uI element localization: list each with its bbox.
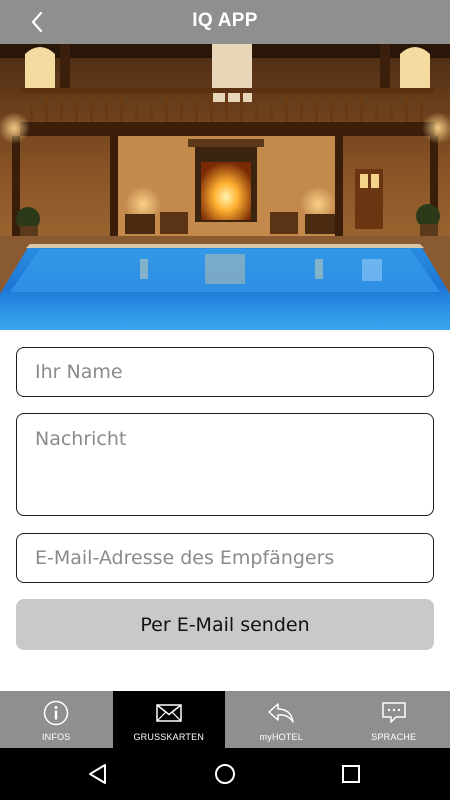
app-header: IQ APP <box>0 0 450 44</box>
triangle-back-icon[interactable] <box>86 762 110 786</box>
square-recents-icon[interactable] <box>339 762 363 786</box>
hotel-pool-photo <box>0 44 450 330</box>
tab-sprache[interactable]: SPRACHE <box>338 691 450 748</box>
reply-arrow-icon <box>268 703 294 723</box>
tab-myhotel[interactable]: myHOTEL <box>225 691 338 748</box>
system-nav-bar <box>0 748 450 800</box>
send-email-button[interactable]: Per E-Mail senden <box>16 599 434 650</box>
chat-bubble-icon <box>382 702 406 723</box>
circle-home-icon[interactable] <box>213 762 237 786</box>
info-circle-icon <box>44 700 69 726</box>
tab-label: SPRACHE <box>371 732 417 742</box>
tab-label: INFOS <box>41 732 71 742</box>
tab-label: myHOTEL <box>259 732 303 742</box>
recipient-email-input[interactable] <box>16 533 434 583</box>
app-title: IQ APP <box>192 10 258 31</box>
tab-grusskarten[interactable]: GRUSSKARTEN <box>112 691 225 748</box>
tab-label: GRUSSKARTEN <box>133 732 205 742</box>
tab-infos[interactable]: INFOS <box>0 691 113 748</box>
message-textarea[interactable] <box>16 413 434 516</box>
name-input[interactable] <box>16 347 434 397</box>
bottom-tab-bar: INFOS GRUSSKARTEN myHOTEL SPRACHE <box>0 691 450 748</box>
envelope-icon <box>156 704 182 722</box>
